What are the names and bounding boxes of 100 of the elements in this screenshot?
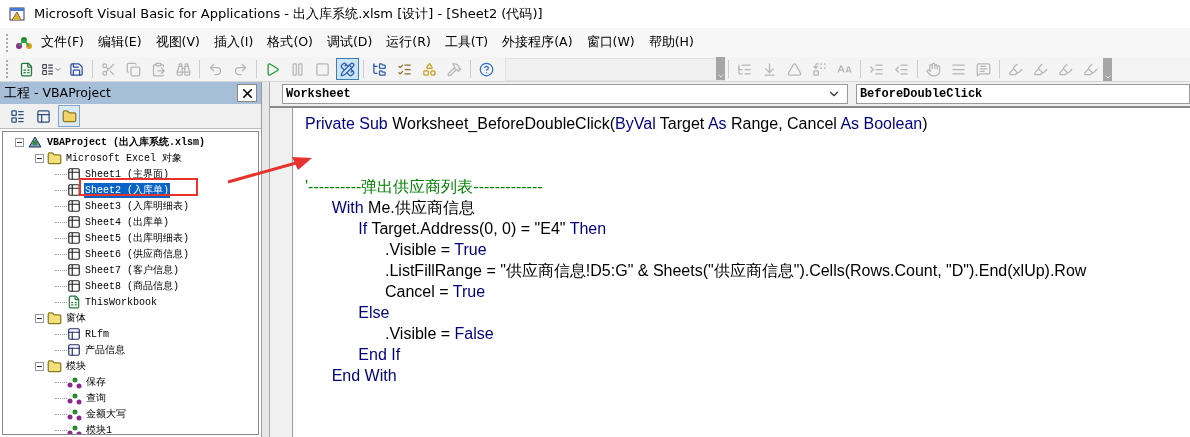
hammer-icon — [447, 61, 462, 77]
folder-icon — [61, 108, 77, 124]
module-icon — [67, 375, 82, 389]
menu-item[interactable]: 帮助(H) — [641, 31, 701, 54]
sheet-icon — [67, 183, 81, 197]
paste-icon — [151, 61, 166, 77]
tree-item[interactable]: Sheet7 (客户信息) — [84, 262, 180, 278]
comment-icon — [976, 61, 991, 77]
code-line: Cancel = True — [384, 282, 487, 302]
tree-item[interactable]: Sheet8 (商品信息) — [84, 278, 180, 294]
collapse-toggle[interactable] — [15, 137, 24, 147]
indent-icon — [869, 61, 884, 77]
marker-icon — [1083, 61, 1098, 77]
code-line: Private Sub Worksheet_BeforeDoubleClick(ByVal Target As Range, Cancel As Boolean) — [305, 114, 929, 134]
tree-item[interactable]: 模块 — [65, 358, 87, 374]
project-tree-icon — [372, 61, 387, 77]
list-check-icon — [397, 61, 412, 77]
undo-icon — [208, 61, 223, 77]
marker-icon — [1008, 61, 1023, 77]
collapse-toggle[interactable] — [35, 153, 44, 163]
tree-item[interactable]: 窗体 — [65, 310, 87, 326]
tree-item[interactable]: RLfm — [84, 326, 110, 342]
view-toggle-button[interactable] — [58, 105, 80, 127]
tree-item[interactable]: 模块1 — [85, 422, 113, 434]
menu-item[interactable]: 窗口(W) — [579, 31, 642, 54]
sheet-icon — [67, 167, 81, 181]
code-line: End With — [330, 366, 398, 386]
copy-icon — [126, 61, 141, 77]
module-icon — [67, 407, 82, 421]
view-code-icon — [9, 108, 25, 124]
marker-icon — [1058, 61, 1073, 77]
hand-icon — [926, 61, 941, 77]
close-button[interactable] — [237, 84, 257, 102]
play-icon — [265, 61, 280, 77]
code-line: .ListFillRange = "供应商信息!D5:G" & Sheets("供应商信息").Cells(Rows.Count, "D").End(xlUp).Row — [384, 261, 1088, 281]
code-line: End If — [357, 345, 402, 365]
procedure-dropdown[interactable]: BeforeDoubleClick — [855, 84, 1190, 104]
collapse-toggle[interactable] — [35, 361, 44, 371]
menu-item[interactable]: 调试(D) — [319, 31, 380, 54]
sheet-icon — [67, 279, 81, 293]
tree-item[interactable]: 查询 — [85, 390, 107, 406]
app-icon — [8, 5, 26, 23]
menu-item[interactable]: 文件(F) — [34, 31, 91, 54]
toolbar-overflow-button[interactable] — [1103, 57, 1112, 81]
code-line: .Visible = False — [384, 324, 495, 344]
tree-item[interactable]: VBAProject (出入库系统.xlsm) — [46, 134, 207, 150]
panel-title: 工程 - VBAProject — [4, 84, 111, 102]
code-line: If Target.Address(0, 0) = "E4" Then — [357, 219, 608, 239]
toolbar-button[interactable] — [336, 58, 359, 80]
splitter-bar[interactable] — [262, 82, 270, 437]
tree-item[interactable]: 保存 — [85, 374, 107, 390]
toolbar-overflow-button[interactable] — [716, 56, 725, 80]
menu-item[interactable]: 外接程序(A) — [495, 31, 580, 54]
code-line: Else — [357, 303, 391, 323]
down-arrow-icon — [762, 61, 777, 77]
pause-icon — [290, 61, 305, 77]
sheet-icon — [67, 199, 81, 213]
menu-item[interactable]: 插入(I) — [206, 31, 261, 54]
tree-item[interactable]: Microsoft Excel 对象 — [65, 150, 183, 166]
cut-icon — [101, 61, 116, 77]
object-dropdown[interactable]: Worksheet — [282, 84, 848, 104]
code-line: .Visible = True — [384, 240, 488, 260]
ruler-pencil-icon — [340, 61, 355, 77]
tree-item[interactable]: Sheet5 (出库明细表) — [84, 230, 190, 246]
sheet-icon — [67, 215, 81, 229]
tree-item[interactable]: Sheet4 (出库单) — [84, 214, 170, 230]
spreadsheet-icon — [19, 61, 34, 77]
stop-icon — [315, 61, 330, 77]
sheet-icon — [67, 247, 81, 261]
sheet-icon — [67, 231, 81, 245]
help-icon — [479, 61, 494, 77]
module-icon — [67, 391, 82, 405]
redo-icon — [233, 61, 248, 77]
collapse-toggle[interactable] — [35, 313, 44, 323]
tree-item[interactable]: 金额大写 — [85, 406, 127, 422]
sheet-icon — [67, 263, 81, 277]
triangle-icon — [787, 61, 802, 77]
menu-item[interactable]: 编辑(E) — [90, 31, 149, 54]
outdent-icon — [894, 61, 909, 77]
save-icon — [69, 61, 84, 77]
tree-item[interactable]: Sheet3 (入库明细表) — [84, 198, 190, 214]
menu-item[interactable]: 工具(T) — [437, 31, 496, 54]
list-icon — [737, 61, 752, 77]
menu-item[interactable]: 运行(R) — [379, 31, 438, 54]
project-icon — [27, 135, 43, 149]
module-icon — [67, 423, 82, 434]
lines-icon — [951, 61, 966, 77]
menu-item[interactable]: 视图(V) — [148, 31, 207, 54]
window-title: Microsoft Visual Basic for Applications - 出入库系统.xlsm [设计] - [Sheet2 (代码)] — [34, 5, 543, 23]
menu-item[interactable]: 格式(O) — [260, 31, 320, 54]
folder-icon — [47, 310, 62, 326]
tree-item[interactable]: 产品信息 — [84, 342, 126, 358]
marker-icon — [1033, 61, 1048, 77]
code-line: With Me.供应商信息 — [330, 198, 476, 218]
workbook-icon — [67, 295, 81, 309]
folder-icon — [47, 358, 62, 374]
tree-item[interactable]: Sheet6 (供应商信息) — [84, 246, 190, 262]
view-object-icon — [35, 108, 51, 124]
tree-item[interactable]: ThisWorkbook — [84, 294, 158, 310]
shapes-icon — [422, 61, 437, 77]
